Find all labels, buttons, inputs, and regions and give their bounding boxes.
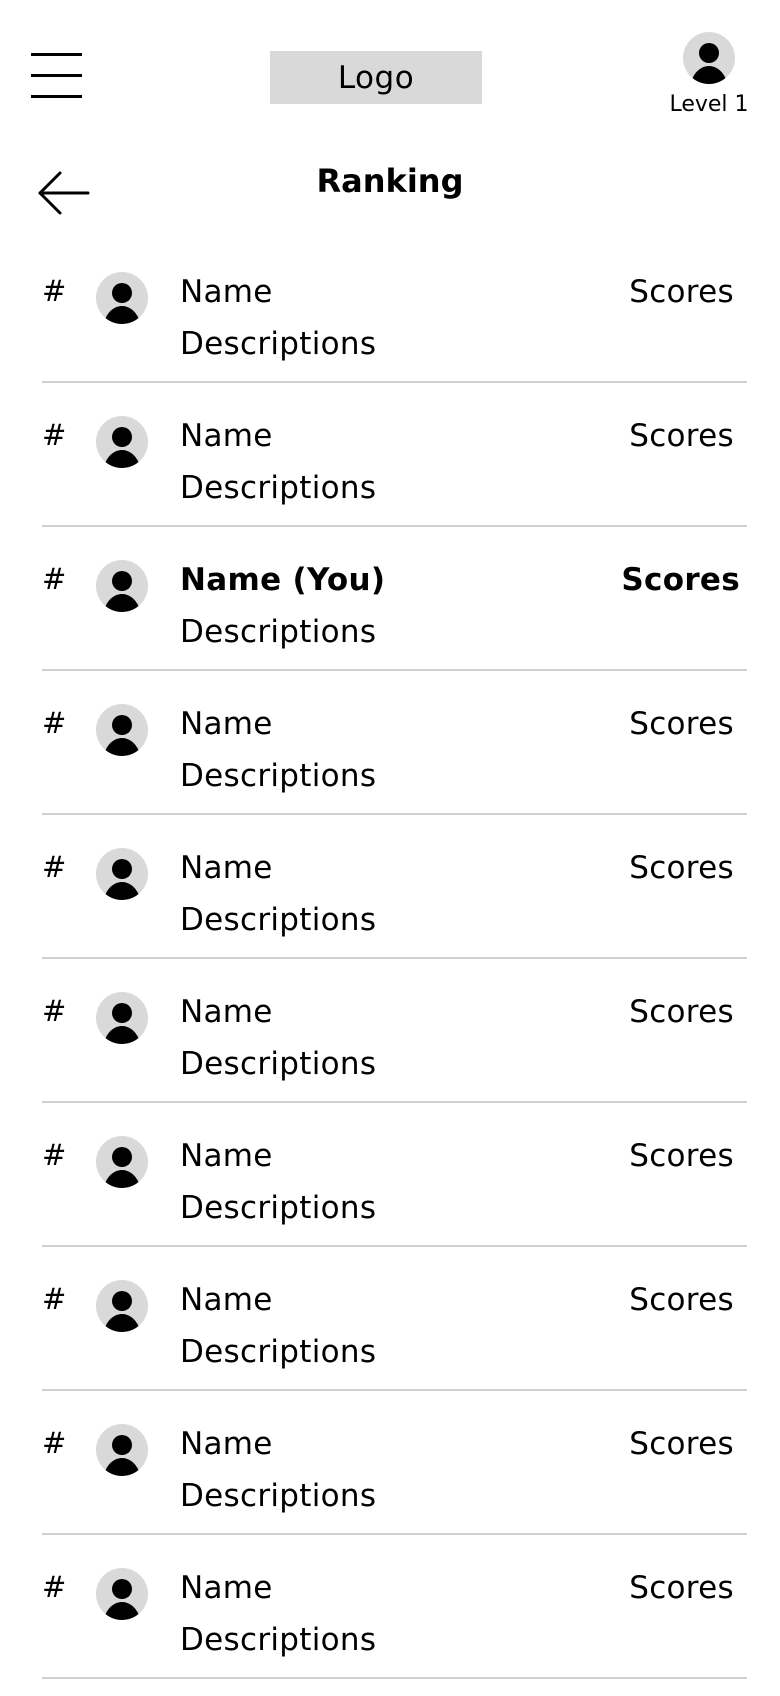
player-name: Name (You) — [180, 562, 386, 598]
player-name: Name — [180, 418, 273, 454]
player-name: Name — [180, 1138, 273, 1174]
level-label: Level 1 — [669, 92, 749, 117]
app-header: Logo Level 1 — [0, 0, 780, 140]
player-score: Scores — [621, 562, 740, 598]
rank-number: # — [42, 562, 67, 596]
user-avatar-icon — [683, 32, 735, 84]
player-description: Descriptions — [180, 1478, 377, 1514]
player-score: Scores — [629, 418, 734, 454]
user-avatar-icon — [96, 1568, 148, 1620]
arrow-left-icon — [38, 171, 90, 215]
rank-number: # — [42, 1426, 67, 1460]
ranking-row[interactable]: # Name Descriptions Scores — [0, 1408, 780, 1552]
player-description: Descriptions — [180, 470, 377, 506]
user-avatar-icon — [96, 992, 148, 1044]
player-name: Name — [180, 274, 273, 310]
player-score: Scores — [629, 1282, 734, 1318]
ranking-row[interactable]: # Name Descriptions Scores — [0, 1120, 780, 1264]
ranking-row[interactable]: # Name Descriptions Scores — [0, 688, 780, 832]
row-divider — [42, 813, 747, 815]
rank-number: # — [42, 418, 67, 452]
rank-number: # — [42, 706, 67, 740]
player-name: Name — [180, 1282, 273, 1318]
player-description: Descriptions — [180, 1622, 377, 1658]
menu-line — [31, 95, 82, 98]
title-bar: Ranking — [0, 150, 780, 230]
user-avatar-icon — [96, 704, 148, 756]
player-name: Name — [180, 1570, 273, 1606]
user-avatar-icon — [96, 848, 148, 900]
rank-number: # — [42, 1138, 67, 1172]
player-name: Name — [180, 1426, 273, 1462]
player-score: Scores — [629, 994, 734, 1030]
row-divider — [42, 525, 747, 527]
logo[interactable]: Logo — [270, 51, 482, 104]
user-avatar-icon — [96, 1424, 148, 1476]
ranking-row[interactable]: # Name Descriptions Scores — [0, 976, 780, 1120]
rank-number: # — [42, 274, 67, 308]
player-description: Descriptions — [180, 614, 377, 650]
user-avatar-icon — [96, 1280, 148, 1332]
row-divider — [42, 957, 747, 959]
row-divider — [42, 1677, 747, 1679]
row-divider — [42, 1245, 747, 1247]
player-description: Descriptions — [180, 1046, 377, 1082]
back-button[interactable] — [36, 170, 92, 216]
ranking-row[interactable]: # Name (You) Descriptions Scores — [0, 544, 780, 688]
rank-number: # — [42, 1282, 67, 1316]
player-description: Descriptions — [180, 1190, 377, 1226]
ranking-row[interactable]: # Name Descriptions Scores — [0, 256, 780, 400]
rank-number: # — [42, 1570, 67, 1604]
player-score: Scores — [629, 1570, 734, 1606]
page-title: Ranking — [316, 162, 464, 200]
player-name: Name — [180, 706, 273, 742]
player-score: Scores — [629, 850, 734, 886]
profile-button[interactable]: Level 1 — [662, 32, 754, 124]
user-avatar-icon — [96, 416, 148, 468]
player-description: Descriptions — [180, 758, 377, 794]
player-description: Descriptions — [180, 326, 377, 362]
ranking-row[interactable]: # Name Descriptions Scores — [0, 1264, 780, 1408]
player-score: Scores — [629, 1426, 734, 1462]
row-divider — [42, 1389, 747, 1391]
row-divider — [42, 1533, 747, 1535]
player-description: Descriptions — [180, 1334, 377, 1370]
player-description: Descriptions — [180, 902, 377, 938]
rank-number: # — [42, 850, 67, 884]
user-avatar-icon — [96, 560, 148, 612]
row-divider — [42, 381, 747, 383]
ranking-row[interactable]: # Name Descriptions Scores — [0, 1552, 780, 1696]
player-score: Scores — [629, 706, 734, 742]
user-avatar-icon — [96, 272, 148, 324]
rank-number: # — [42, 994, 67, 1028]
ranking-row[interactable]: # Name Descriptions Scores — [0, 832, 780, 976]
user-avatar-icon — [96, 1136, 148, 1188]
player-name: Name — [180, 850, 273, 886]
row-divider — [42, 669, 747, 671]
menu-line — [31, 74, 82, 77]
hamburger-menu-icon[interactable] — [31, 53, 82, 99]
player-name: Name — [180, 994, 273, 1030]
row-divider — [42, 1101, 747, 1103]
menu-line — [31, 53, 82, 56]
player-score: Scores — [629, 274, 734, 310]
ranking-row[interactable]: # Name Descriptions Scores — [0, 400, 780, 544]
player-score: Scores — [629, 1138, 734, 1174]
